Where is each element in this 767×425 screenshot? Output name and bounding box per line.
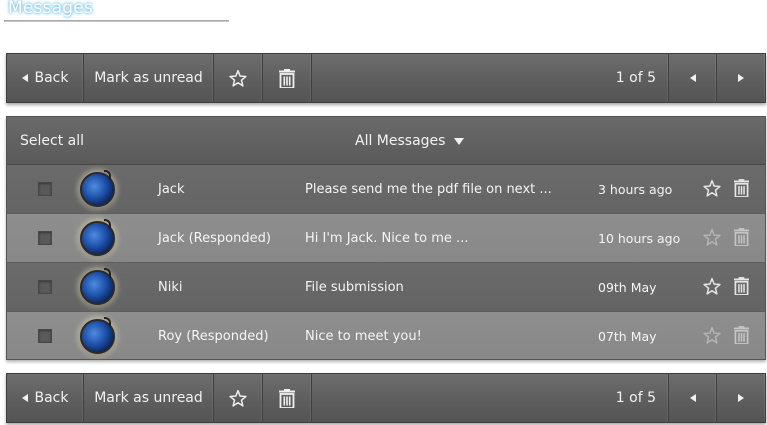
message-time: 3 hours ago: [598, 182, 673, 197]
message-list-header: Select all All Messages: [7, 117, 765, 165]
mark-as-unread-label: Mark as unread: [94, 390, 203, 406]
row-checkbox[interactable]: [38, 182, 52, 196]
previous-arrow-icon: [689, 394, 696, 402]
pagination-label: 1 of 5: [615, 70, 656, 86]
message-row[interactable]: Niki File submission 09th May: [7, 263, 765, 312]
row-checkbox[interactable]: [38, 280, 52, 294]
star-icon: [229, 69, 247, 87]
message-filter-dropdown[interactable]: All Messages: [355, 133, 465, 149]
title-divider: [4, 20, 229, 22]
pagination-area: 1 of 5: [312, 374, 669, 422]
previous-page-button[interactable]: [669, 54, 717, 102]
back-arrow-icon: [21, 74, 28, 82]
top-toolbar: Back Mark as unread 1 of 5: [6, 53, 766, 103]
message-sender: Roy (Responded): [158, 329, 269, 344]
back-button-label: Back: [34, 390, 69, 406]
message-time: 07th May: [598, 329, 657, 344]
delete-button[interactable]: [263, 374, 312, 422]
message-row[interactable]: Jack (Responded) Hi I'm Jack. Nice to me…: [7, 214, 765, 263]
star-icon: [229, 389, 247, 407]
next-page-button[interactable]: [717, 374, 765, 422]
trash-icon[interactable]: [734, 179, 749, 197]
message-sender: Niki: [158, 280, 183, 295]
star-button[interactable]: [214, 374, 263, 422]
chevron-down-icon: [454, 137, 465, 145]
mark-as-unread-button[interactable]: Mark as unread: [84, 374, 214, 422]
previous-page-button[interactable]: [669, 374, 717, 422]
bottom-toolbar: Back Mark as unread 1 of 5: [6, 373, 766, 423]
star-button[interactable]: [214, 54, 263, 102]
star-icon[interactable]: [702, 228, 722, 247]
avatar: [80, 170, 115, 207]
pagination-area: 1 of 5: [312, 54, 669, 102]
back-button[interactable]: Back: [7, 54, 84, 102]
row-checkbox[interactable]: [38, 231, 52, 245]
trash-icon[interactable]: [734, 228, 749, 246]
star-icon[interactable]: [702, 326, 722, 345]
mark-as-unread-button[interactable]: Mark as unread: [84, 54, 214, 102]
next-arrow-icon: [738, 394, 744, 402]
message-subject: Nice to meet you!: [305, 329, 422, 344]
previous-arrow-icon: [689, 74, 696, 82]
message-time: 09th May: [598, 280, 657, 295]
message-row[interactable]: Roy (Responded) Nice to meet you! 07th M…: [7, 312, 765, 359]
next-page-button[interactable]: [717, 54, 765, 102]
delete-button[interactable]: [263, 54, 312, 102]
avatar: [80, 268, 115, 305]
trash-icon[interactable]: [734, 277, 749, 295]
message-subject: File submission: [305, 280, 404, 295]
back-button[interactable]: Back: [7, 374, 84, 422]
message-row[interactable]: Jack Please send me the pdf file on next…: [7, 165, 765, 214]
back-arrow-icon: [21, 394, 28, 402]
message-sender: Jack (Responded): [158, 231, 271, 246]
avatar: [80, 219, 115, 256]
trash-icon: [279, 388, 295, 408]
next-arrow-icon: [738, 74, 744, 82]
star-icon[interactable]: [702, 277, 722, 296]
page-title: Messages: [8, 0, 93, 18]
message-subject: Please send me the pdf file on next ...: [305, 182, 552, 197]
message-time: 10 hours ago: [598, 231, 681, 246]
select-all-button[interactable]: Select all: [20, 133, 84, 149]
filter-label: All Messages: [355, 133, 446, 149]
star-icon[interactable]: [702, 179, 722, 198]
back-button-label: Back: [34, 70, 69, 86]
trash-icon: [279, 68, 295, 88]
avatar: [80, 317, 115, 354]
mark-as-unread-label: Mark as unread: [94, 70, 203, 86]
message-list-panel: Select all All Messages Jack Please send…: [6, 116, 766, 360]
message-subject: Hi I'm Jack. Nice to me ...: [305, 231, 469, 246]
message-sender: Jack: [158, 182, 185, 197]
trash-icon[interactable]: [734, 326, 749, 344]
pagination-label: 1 of 5: [615, 390, 656, 406]
row-checkbox[interactable]: [38, 329, 52, 343]
